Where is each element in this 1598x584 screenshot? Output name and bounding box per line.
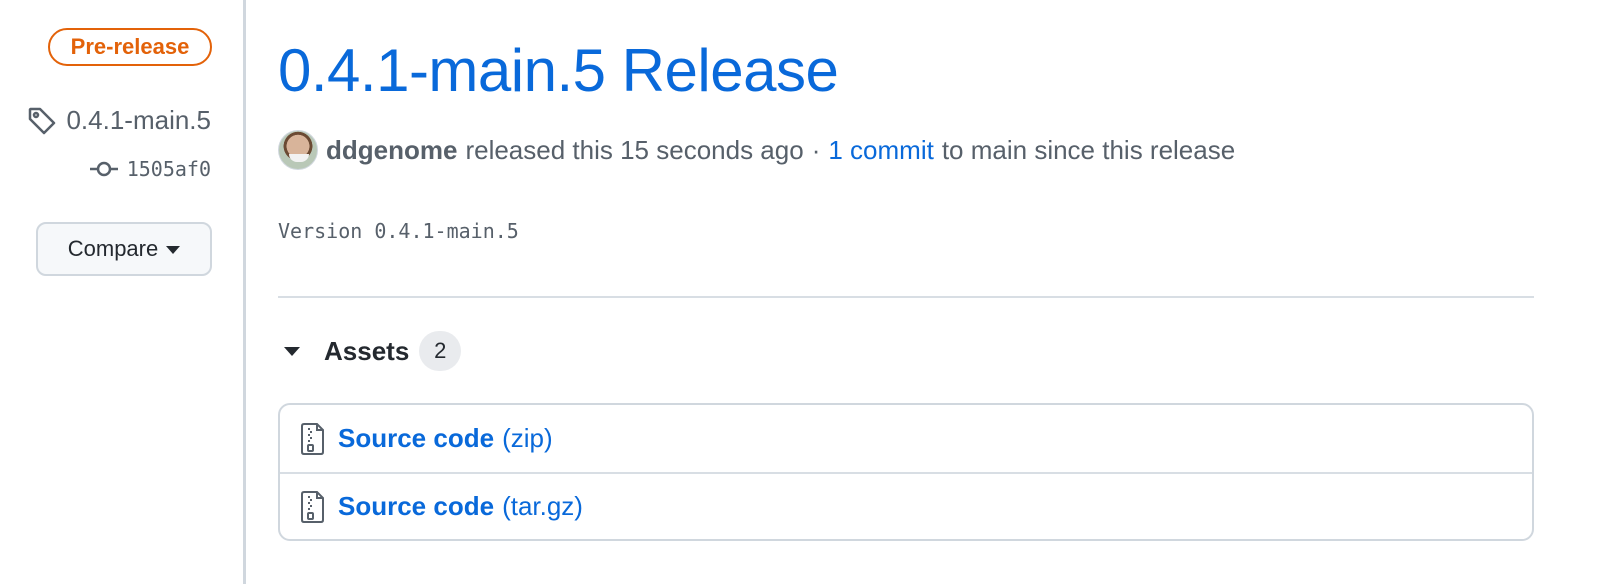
assets-count-badge: 2: [419, 331, 462, 371]
tag-icon: [26, 104, 58, 136]
released-text: released this 15 seconds ago: [465, 134, 804, 165]
avatar[interactable]: [278, 130, 318, 170]
prerelease-badge: Pre-release: [48, 28, 212, 66]
release-tag-link[interactable]: 0.4.1-main.5: [26, 102, 211, 138]
assets-list: Source code (zip) Source code (tar.gz): [278, 403, 1534, 541]
asset-format[interactable]: (tar.gz): [502, 491, 583, 522]
author-link[interactable]: ddgenome: [326, 135, 457, 166]
file-zip-icon: [301, 422, 324, 455]
release-main: 0.4.1-main.5 Release ddgenome released t…: [278, 0, 1534, 584]
release-byline: ddgenome released this 15 seconds ago · …: [278, 130, 1235, 170]
commit-sha: 1505af0: [126, 157, 211, 181]
sidebar-divider: [243, 0, 246, 584]
asset-name[interactable]: Source code: [338, 491, 494, 522]
assets-title: Assets: [324, 335, 410, 366]
asset-name[interactable]: Source code: [338, 423, 494, 454]
release-sidebar: Pre-release 0.4.1-main.5 1505af0 Compare: [0, 0, 243, 584]
byline-separator: ·: [811, 134, 821, 165]
tag-label: 0.4.1-main.5: [66, 104, 211, 135]
asset-format[interactable]: (zip): [502, 423, 553, 454]
commit-count-link[interactable]: 1 commit: [828, 135, 933, 166]
git-commit-icon: [89, 159, 119, 179]
file-zip-icon: [301, 490, 324, 523]
release-commit-link[interactable]: 1505af0: [89, 154, 211, 184]
commit-count-suffix: to main since this release: [941, 134, 1236, 165]
section-divider: [278, 296, 1534, 298]
compare-button[interactable]: Compare: [36, 222, 212, 276]
release-notes: Version 0.4.1-main.5: [278, 219, 519, 243]
asset-item[interactable]: Source code (zip): [280, 405, 1532, 472]
compare-label: Compare: [67, 236, 159, 261]
triangle-down-icon: [284, 346, 300, 356]
release-title[interactable]: 0.4.1-main.5 Release: [278, 36, 839, 105]
caret-down-icon: [166, 246, 181, 254]
assets-toggle[interactable]: Assets 2: [284, 330, 462, 372]
asset-item[interactable]: Source code (tar.gz): [280, 472, 1532, 539]
